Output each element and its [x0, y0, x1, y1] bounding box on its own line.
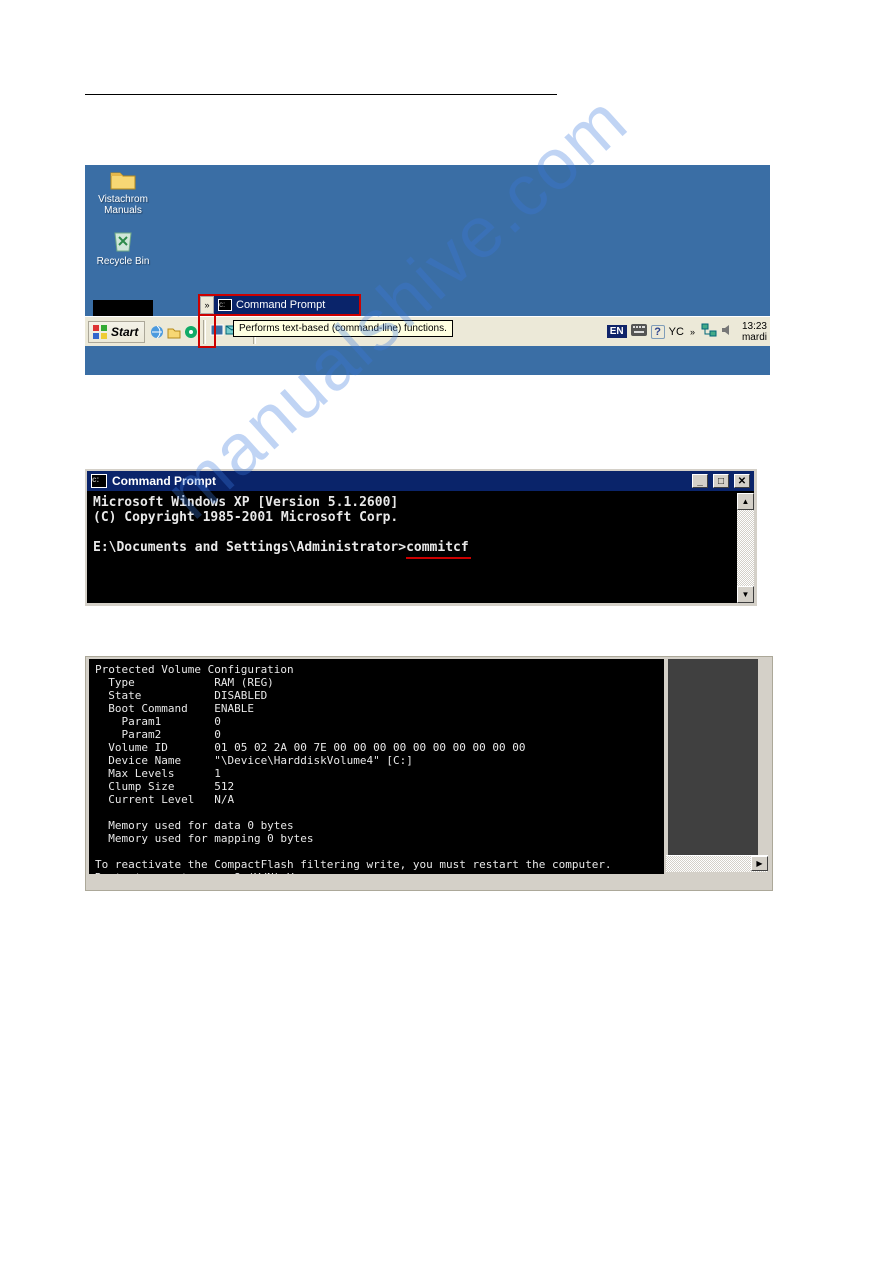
- terminal-line: Protected Volume Configuration: [95, 663, 294, 676]
- desktop-icon-recycle-bin[interactable]: Recycle Bin: [93, 227, 153, 267]
- inactive-panel: [668, 659, 758, 859]
- systray-app-icon: [93, 300, 153, 316]
- yc-indicator[interactable]: YC: [669, 326, 684, 338]
- folder-icon: [109, 167, 137, 191]
- desktop-area: Vistachrom Manuals Recycle Bin » c: Comm…: [85, 165, 770, 316]
- terminal-line: Restart computer now ? (Y/N):: [95, 871, 287, 874]
- section-divider: [85, 94, 557, 95]
- window-title: Command Prompt: [112, 474, 216, 488]
- windows-logo-icon: [92, 324, 108, 340]
- cmd-icon: c:: [218, 299, 232, 311]
- terminal-line: To reactivate the CompactFlash filtering…: [95, 858, 612, 871]
- terminal-line: Param1 0: [95, 715, 221, 728]
- terminal-prompt: E:\Documents and Settings\Administrator>: [93, 540, 406, 555]
- taskbar-clock[interactable]: 13:23 mardi: [742, 321, 767, 343]
- terminal-line: Memory used for mapping 0 bytes: [95, 832, 314, 845]
- terminal-line: Memory used for data 0 bytes: [95, 819, 294, 832]
- recycle-bin-icon: [109, 227, 137, 253]
- clock-time: 13:23: [742, 321, 767, 332]
- explorer-icon[interactable]: [166, 324, 182, 340]
- start-button[interactable]: Start: [88, 321, 145, 343]
- command-prompt-label: Command Prompt: [236, 299, 325, 311]
- terminal-command: commitcf: [406, 540, 469, 555]
- volume-icon[interactable]: [721, 324, 735, 339]
- start-label: Start: [111, 325, 138, 339]
- minimize-button[interactable]: _: [692, 474, 708, 488]
- terminal-line: Boot Command ENABLE: [95, 702, 254, 715]
- system-tray: EN ? YC » 13:23 mardi: [607, 321, 767, 343]
- screenshot-ewf-output: ▶ Protected Volume Configuration Type RA…: [85, 656, 773, 891]
- scrollbar-horizontal[interactable]: ▶: [666, 855, 768, 872]
- terminal-body[interactable]: Protected Volume Configuration Type RAM …: [89, 659, 664, 874]
- terminal-line: State DISABLED: [95, 689, 267, 702]
- cmd-icon: c:: [91, 474, 107, 488]
- clock-day: mardi: [742, 332, 767, 343]
- language-indicator[interactable]: EN: [607, 325, 627, 338]
- maximize-button[interactable]: □: [713, 474, 729, 488]
- media-icon[interactable]: [183, 324, 199, 340]
- desktop-icon-label: Recycle Bin: [97, 256, 150, 267]
- chevron-right-icon[interactable]: »: [200, 296, 214, 314]
- terminal-body[interactable]: Microsoft Windows XP [Version 5.1.2600] …: [87, 491, 754, 603]
- tooltip: Performs text-based (command-line) funct…: [233, 320, 453, 337]
- chevron-right-icon[interactable]: »: [688, 327, 697, 337]
- scroll-right-icon[interactable]: ▶: [751, 856, 768, 871]
- terminal-line: Current Level N/A: [95, 793, 234, 806]
- terminal-line: Device Name "\Device\HarddiskVolume4" [C…: [95, 754, 413, 767]
- show-desktop-icon[interactable]: [210, 323, 224, 340]
- quicklaunch-1: [149, 324, 199, 340]
- taskbar-separator: [203, 320, 206, 344]
- help-icon[interactable]: ?: [651, 325, 665, 339]
- command-prompt-popup: » c: Command Prompt: [198, 294, 361, 316]
- desktop-icon-label: Vistachrom Manuals: [98, 194, 148, 216]
- terminal-line: (C) Copyright 1985-2001 Microsoft Corp.: [93, 510, 398, 525]
- window-titlebar: c: Command Prompt _ □ ✕: [87, 471, 754, 491]
- close-button[interactable]: ✕: [734, 474, 750, 488]
- ie-icon[interactable]: [149, 324, 165, 340]
- terminal-line: Max Levels 1: [95, 767, 221, 780]
- terminal-line: Type RAM (REG): [95, 676, 274, 689]
- terminal-line: Volume ID 01 05 02 2A 00 7E 00 00 00 00 …: [95, 741, 525, 754]
- screenshot-desktop: Vistachrom Manuals Recycle Bin » c: Comm…: [85, 165, 770, 375]
- terminal-line: Param2 0: [95, 728, 221, 741]
- command-prompt-menu-item[interactable]: c: Command Prompt: [214, 296, 359, 314]
- keyboard-icon[interactable]: [631, 324, 647, 339]
- network-icon[interactable]: [701, 323, 717, 340]
- terminal-line: Microsoft Windows XP [Version 5.1.2600]: [93, 495, 398, 510]
- terminal-input: Y: [287, 871, 294, 874]
- desktop-icon-vistachrom[interactable]: Vistachrom Manuals: [93, 167, 153, 216]
- terminal-line: Clump Size 512: [95, 780, 234, 793]
- screenshot-cmd-window: c: Command Prompt _ □ ✕ ▲ ▼ Microsoft Wi…: [85, 469, 757, 606]
